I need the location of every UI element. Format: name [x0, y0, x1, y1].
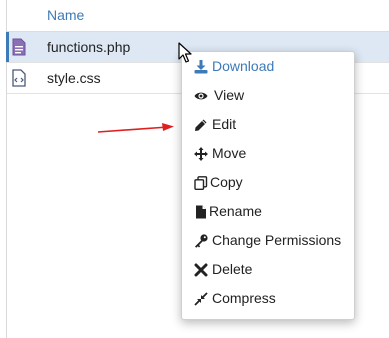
menu-item-delete[interactable]: Delete	[182, 256, 354, 284]
menu-item-label: Change Permissions	[212, 232, 342, 248]
eye-icon	[194, 92, 208, 100]
menu-item-rename[interactable]: Rename	[182, 198, 354, 226]
menu-item-label: Rename	[209, 203, 262, 219]
compress-icon	[194, 292, 208, 306]
menu-item-label: Move	[212, 145, 247, 161]
menu-item-download[interactable]: Download	[182, 53, 354, 81]
menu-item-change-permissions[interactable]: Change Permissions	[182, 227, 354, 255]
context-menu: Download View Edit Move Copy Rename Chan…	[181, 51, 355, 320]
menu-item-label: Copy	[210, 174, 243, 190]
file-name[interactable]: functions.php	[47, 39, 130, 55]
annotation-arrow	[97, 123, 174, 133]
php-file-icon	[12, 38, 26, 56]
menu-item-label: Delete	[212, 261, 253, 277]
x-icon	[194, 263, 208, 277]
file-name[interactable]: style.css	[47, 70, 101, 86]
menu-item-compress[interactable]: Compress	[182, 285, 354, 313]
menu-item-label: View	[214, 87, 245, 103]
menu-item-label: Compress	[212, 290, 276, 306]
column-header-name[interactable]: Name	[47, 7, 84, 23]
menu-item-copy[interactable]: Copy	[182, 169, 354, 197]
file-icon	[196, 205, 206, 219]
copy-icon	[194, 176, 208, 190]
code-file-icon	[12, 69, 26, 87]
download-icon	[194, 60, 208, 74]
menu-item-view[interactable]: View	[182, 82, 354, 110]
menu-item-move[interactable]: Move	[182, 140, 354, 168]
menu-item-label: Edit	[212, 116, 237, 132]
menu-item-edit[interactable]: Edit	[182, 111, 354, 139]
file-list-header: Name	[7, 0, 389, 32]
mouse-cursor-icon	[178, 42, 192, 63]
menu-item-label: Download	[212, 58, 275, 74]
key-icon	[195, 234, 208, 248]
pencil-icon	[195, 119, 207, 131]
move-arrows-icon	[194, 147, 208, 161]
